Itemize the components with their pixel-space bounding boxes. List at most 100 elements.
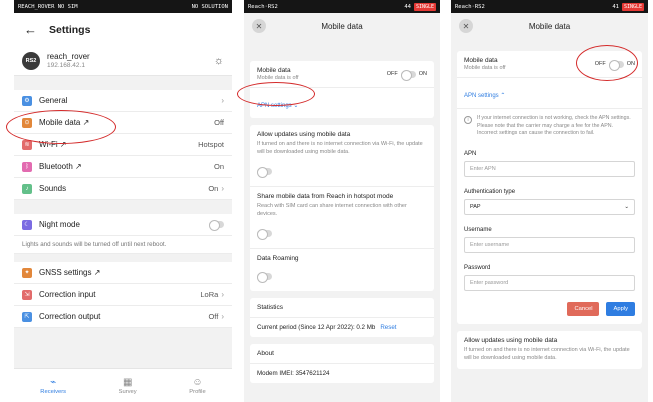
apn-settings-link[interactable]: APN settings ⌄ (257, 103, 298, 109)
map-icon: ▦ (122, 376, 133, 388)
status-left: Reach·RS2 (248, 3, 278, 10)
status-right: 44 SINGLE (404, 2, 436, 11)
section-gap (14, 76, 232, 90)
mobile-data-card: Mobile data Mobile data is off OFF ON AP… (250, 61, 434, 118)
gear-icon: ⚙ (22, 95, 32, 106)
username-label: Username (464, 227, 492, 234)
statistics-period: Current period (Since 12 Apr 2022): 0.2 … (257, 323, 376, 331)
share-data-text: Reach with SIM card can share internet c… (257, 202, 407, 217)
settings-header: ← Settings (14, 13, 232, 46)
password-label: Password (464, 265, 491, 272)
settings-item-wifi[interactable]: ≋ Wi-Fi ↗ Hotspot (14, 134, 232, 156)
mobile-data-title: Mobile data (464, 57, 498, 64)
status-bar: REACH_ROVER NO SIM NO SOLUTION (14, 0, 232, 13)
settings-item-label: General (39, 96, 68, 105)
about-title-row: About (250, 344, 434, 364)
info-icon: i (464, 116, 472, 124)
solution-badge: SINGLE (621, 2, 644, 11)
about-card: About Modem IMEI: 3547621124 (250, 343, 434, 383)
page-title: Settings (49, 23, 91, 36)
settings-item-correction-output[interactable]: ⇱ Correction output Off › (14, 306, 232, 328)
apn-settings-row: APN settings ⌃ (457, 78, 642, 109)
nav-profile[interactable]: ☺ Profile (189, 377, 205, 395)
roaming-row: Data Roaming (250, 249, 434, 291)
settings-item-value: Off (208, 312, 219, 321)
about-title: About (257, 349, 274, 357)
mobile-data-toggle[interactable] (400, 69, 416, 81)
statistics-period-row: Current period (Since 12 Apr 2022): 0.2 … (250, 318, 434, 337)
apn-input[interactable]: Enter APN (464, 161, 635, 178)
mobile-data-labels: Mobile data Mobile data is off (464, 57, 505, 71)
nav-receivers[interactable]: ⌁ Receivers (40, 377, 66, 395)
apn-field: APN Enter APN (457, 144, 642, 182)
mobile-data-toggle[interactable] (608, 59, 624, 71)
satellite-icon: ✦ (22, 267, 32, 278)
status-bar: Reach·RS2 44 SINGLE (244, 0, 440, 13)
close-icon[interactable]: ✕ (459, 19, 473, 33)
allow-updates-toggle[interactable] (257, 166, 272, 178)
mobile-data-switch[interactable]: OFF ON (595, 59, 635, 71)
apply-button[interactable]: Apply (606, 302, 635, 317)
statistics-title-row: Statistics (250, 298, 434, 318)
settings-item-label: Correction input (39, 290, 96, 299)
close-icon[interactable]: ✕ (252, 19, 266, 33)
nav-survey[interactable]: ▦ Survey (119, 377, 137, 395)
password-input[interactable]: Enter password (464, 275, 635, 292)
settings-item-label: Bluetooth ↗ (39, 162, 82, 171)
wifi-icon: ≋ (22, 139, 32, 150)
mobile-data-sub: Mobile data is off (464, 65, 506, 71)
settings-item-sounds[interactable]: ♪ Sounds On › (14, 178, 232, 200)
moon-icon: ☾ (22, 219, 32, 230)
password-field: Password Enter password (457, 258, 642, 296)
username-field: Username Enter username (457, 220, 642, 258)
device-name: reach_rover (47, 52, 90, 61)
password-placeholder: Enter password (470, 280, 509, 287)
reset-link[interactable]: Reset (380, 324, 396, 331)
mobile-data-screen: Reach·RS2 44 SINGLE ✕ Mobile data Mobile… (244, 0, 440, 402)
settings-item-value: Hotspot (198, 140, 224, 149)
mobile-data-apn-screen: Reach·RS2 41 SINGLE ✕ Mobile data Mobile… (451, 0, 648, 402)
night-mode-toggle[interactable] (209, 220, 224, 231)
sun-icon[interactable]: ☼ (214, 55, 224, 67)
cancel-button[interactable]: Cancel (567, 302, 600, 317)
antenna-icon: ⊙ (22, 117, 32, 128)
mobile-data-labels: Mobile data Mobile data is off (257, 67, 298, 81)
settings-item-label: Night mode (39, 220, 80, 229)
mobile-data-switch[interactable]: OFF ON (387, 69, 427, 81)
settings-item-value: Off (214, 118, 224, 127)
allow-updates-row: Allow updates using mobile data If turne… (250, 125, 434, 187)
mobile-data-sub: Mobile data is off (257, 75, 299, 81)
section-gap (14, 254, 232, 262)
auth-select[interactable]: PAP ⌄ (464, 199, 635, 216)
apn-info-box: i If your internet connection is not wor… (457, 109, 642, 144)
apn-settings-link[interactable]: APN settings ⌃ (464, 93, 505, 99)
statistics-card: Statistics Current period (Since 12 Apr … (250, 297, 434, 337)
screenshot-canvas: REACH_ROVER NO SIM NO SOLUTION ← Setting… (0, 0, 653, 402)
share-data-row: Share mobile data from Reach in hotspot … (250, 187, 434, 249)
nav-label: Profile (189, 388, 206, 395)
status-bar: Reach·RS2 41 SINGLE (451, 0, 648, 13)
allow-updates-title: Allow updates using mobile data (464, 337, 558, 345)
settings-item-gnss[interactable]: ✦ GNSS settings ↗ (14, 262, 232, 284)
chevron-right-icon: › (221, 312, 224, 321)
chevron-right-icon: › (221, 290, 224, 299)
settings-item-mobile-data[interactable]: ⊙ Mobile data ↗ Off (14, 112, 232, 134)
username-input[interactable]: Enter username (464, 237, 635, 254)
share-data-toggle[interactable] (257, 228, 272, 240)
statistics-title: Statistics (257, 303, 284, 311)
back-arrow-icon[interactable]: ← (24, 22, 37, 37)
chevron-right-icon: › (221, 184, 224, 193)
settings-item-night-mode[interactable]: ☾ Night mode (14, 214, 232, 236)
sound-icon: ♪ (22, 183, 32, 194)
roaming-toggle[interactable] (257, 271, 272, 283)
page-title: Mobile data (321, 21, 363, 31)
device-row[interactable]: RS2 reach_rover 192.168.42.1 ☼ (14, 46, 232, 76)
settings-item-general[interactable]: ⚙ General › (14, 90, 232, 112)
settings-item-bluetooth[interactable]: ᛒ Bluetooth ↗ On (14, 156, 232, 178)
device-avatar: RS2 (22, 51, 40, 70)
settings-item-value: On (208, 184, 219, 193)
allow-updates-text: If turned on and there is no internet co… (257, 141, 423, 155)
settings-item-correction-input[interactable]: ⇲ Correction input LoRa › (14, 284, 232, 306)
settings-item-value: On (213, 162, 224, 171)
allow-updates-row: Allow updates using mobile data If turne… (457, 331, 642, 369)
